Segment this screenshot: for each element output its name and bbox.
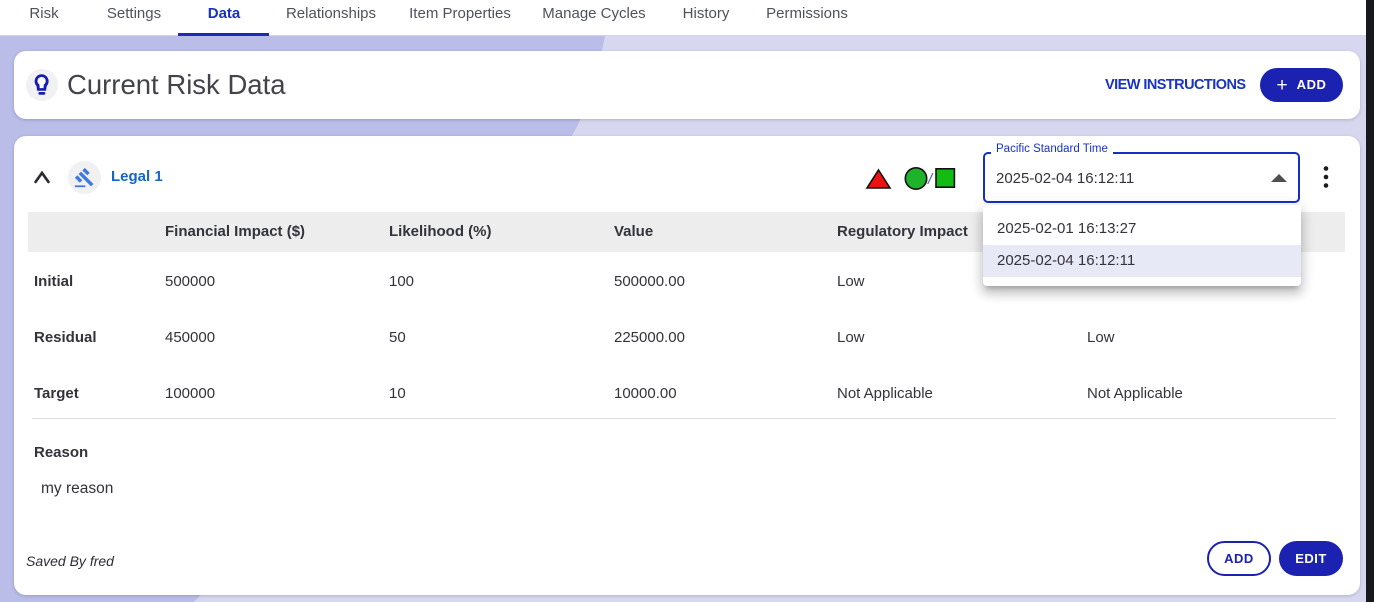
svg-text:/: / bbox=[927, 171, 934, 188]
